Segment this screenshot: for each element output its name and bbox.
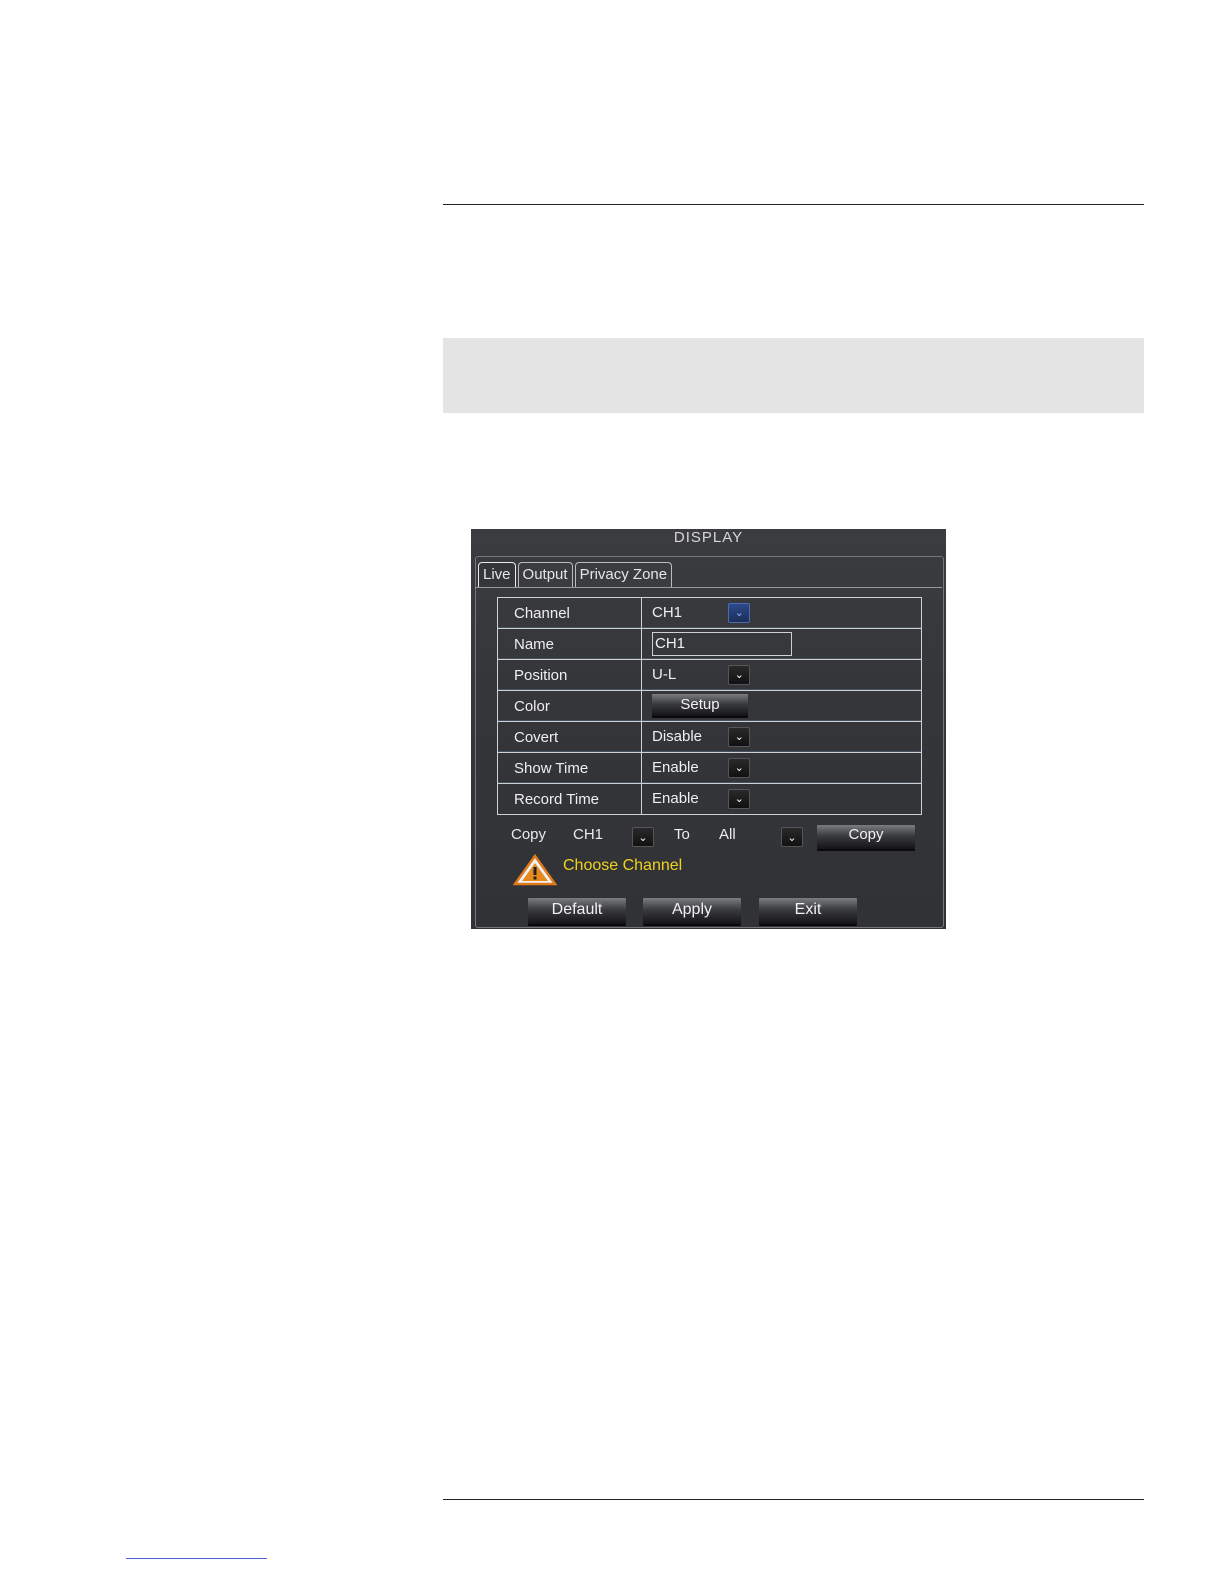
chevron-down-icon[interactable]: ⌄ [728, 603, 751, 623]
position-cell: U-L ⌄ [641, 659, 922, 691]
record-time-label: Record Time [497, 783, 642, 815]
default-button[interactable]: Default [528, 898, 626, 926]
chevron-down-icon[interactable]: ⌄ [632, 827, 654, 847]
name-label: Name [497, 628, 642, 660]
show-time-label: Show Time [497, 752, 642, 784]
row-name: Name CH1 [497, 628, 922, 660]
row-show-time: Show Time Enable ⌄ [497, 752, 922, 784]
display-dialog: DISPLAY Live Output Privacy Zone Channel… [471, 529, 946, 929]
name-cell: CH1 [641, 628, 922, 660]
footer-rule [443, 1499, 1144, 1500]
copy-button[interactable]: Copy [817, 825, 915, 851]
warning-triangle-icon [513, 854, 557, 886]
row-color: Color Setup [497, 690, 922, 722]
settings-table: Channel CH1 ⌄ Name CH1 Position U-L ⌄ Co… [497, 597, 922, 815]
row-position: Position U-L ⌄ [497, 659, 922, 691]
tab-privacy-zone[interactable]: Privacy Zone [574, 562, 673, 588]
chevron-down-icon[interactable]: ⌄ [728, 727, 751, 747]
copy-to-label: To [674, 826, 690, 843]
tab-live[interactable]: Live [478, 562, 516, 588]
chevron-down-icon[interactable]: ⌄ [728, 789, 751, 809]
copy-from-select[interactable]: CH1 [573, 825, 603, 845]
header-rule [443, 204, 1144, 205]
name-input[interactable]: CH1 [652, 632, 792, 656]
tab-divider [475, 587, 942, 588]
position-label: Position [497, 659, 642, 691]
show-time-cell: Enable ⌄ [641, 752, 922, 784]
tab-output[interactable]: Output [517, 562, 573, 588]
apply-button[interactable]: Apply [643, 898, 741, 926]
tab-bar: Live Output Privacy Zone [478, 562, 674, 588]
row-channel: Channel CH1 ⌄ [497, 597, 922, 629]
show-time-select-value[interactable]: Enable [652, 759, 724, 776]
chevron-down-icon[interactable]: ⌄ [781, 827, 803, 847]
color-setup-button[interactable]: Setup [652, 694, 748, 718]
covert-cell: Disable ⌄ [641, 721, 922, 753]
copy-to-select[interactable]: All [719, 825, 736, 845]
status-message: Choose Channel [563, 857, 683, 874]
channel-label: Channel [497, 597, 642, 629]
covert-label: Covert [497, 721, 642, 753]
note-box [443, 338, 1144, 413]
channel-cell: CH1 ⌄ [641, 597, 922, 629]
chevron-down-icon[interactable]: ⌄ [728, 758, 751, 778]
color-label: Color [497, 690, 642, 722]
exit-button[interactable]: Exit [759, 898, 857, 926]
dialog-title: DISPLAY [673, 529, 744, 546]
covert-select-value[interactable]: Disable [652, 728, 724, 745]
footer-link-underline [126, 1558, 267, 1559]
chevron-down-icon[interactable]: ⌄ [728, 665, 751, 685]
row-record-time: Record Time Enable ⌄ [497, 783, 922, 815]
color-cell: Setup [641, 690, 922, 722]
row-covert: Covert Disable ⌄ [497, 721, 922, 753]
position-select-value[interactable]: U-L [652, 666, 724, 683]
copy-label: Copy [511, 826, 547, 843]
record-time-cell: Enable ⌄ [641, 783, 922, 815]
channel-select-value[interactable]: CH1 [652, 604, 724, 621]
record-time-select-value[interactable]: Enable [652, 790, 724, 807]
